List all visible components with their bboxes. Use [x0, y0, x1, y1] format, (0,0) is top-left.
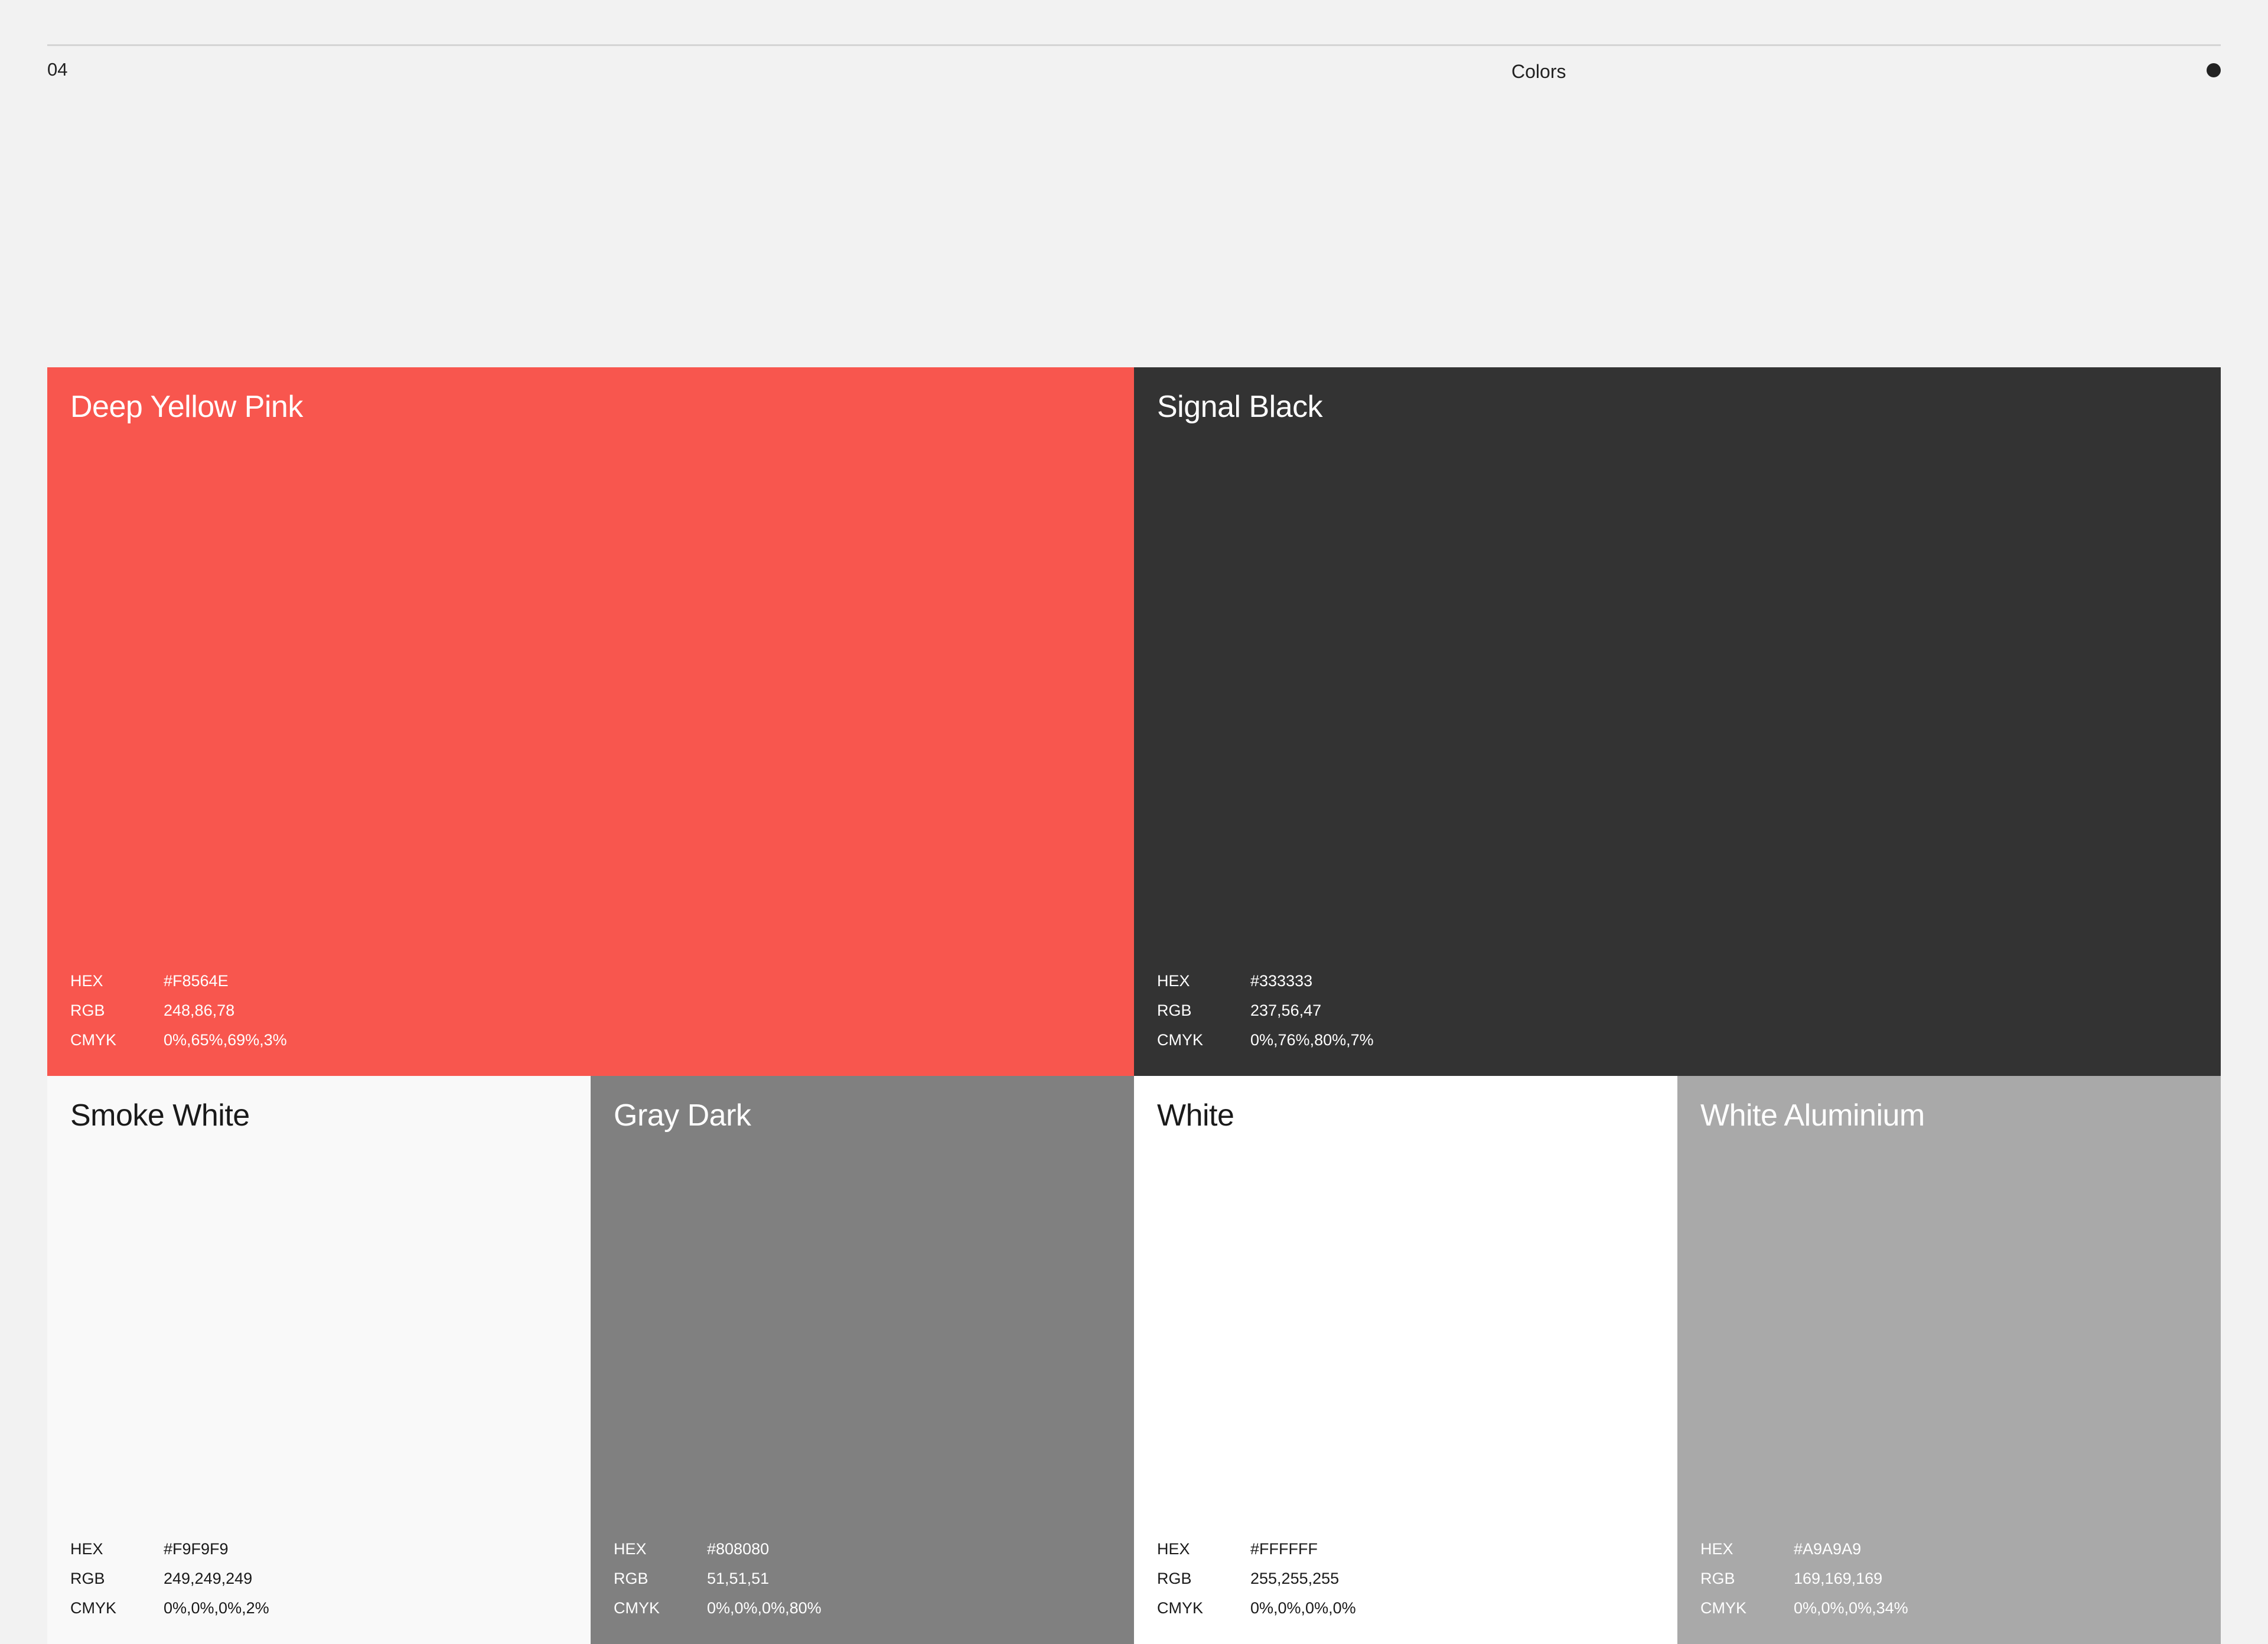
swatch-specs: HEX #FFFFFF RGB 255,255,255 CMYK 0%,0%,0…: [1157, 1534, 1356, 1623]
swatch-specs: HEX #F9F9F9 RGB 249,249,249 CMYK 0%,0%,0…: [70, 1534, 269, 1623]
swatch-name: Deep Yellow Pink: [70, 390, 303, 424]
spec-row-hex: HEX #F9F9F9: [70, 1534, 269, 1564]
spec-row-rgb: RGB 237,56,47: [1157, 996, 1374, 1025]
hex-value: #808080: [707, 1540, 770, 1558]
spec-label: CMYK: [614, 1599, 660, 1617]
spec-label: RGB: [614, 1570, 649, 1587]
spec-label: RGB: [70, 1002, 105, 1019]
spec-row-rgb: RGB 249,249,249: [70, 1564, 269, 1593]
rgb-value: 51,51,51: [707, 1570, 770, 1587]
cmyk-value: 0%,0%,0%,34%: [1794, 1599, 1908, 1617]
swatch-deep-yellow-pink: Deep Yellow Pink HEX #F8564E RGB 248,86,…: [47, 367, 1134, 1076]
spec-label: HEX: [1157, 972, 1190, 990]
cmyk-value: 0%,65%,69%,3%: [164, 1031, 287, 1049]
spec-row-cmyk: CMYK 0%,0%,0%,0%: [1157, 1593, 1356, 1623]
spec-label: RGB: [1157, 1002, 1192, 1019]
swatch-specs: HEX #F8564E RGB 248,86,78 CMYK 0%,65%,69…: [70, 966, 287, 1055]
spec-row-hex: HEX #333333: [1157, 966, 1374, 996]
page-header: 04 Colors: [47, 44, 2221, 87]
swatch-signal-black: Signal Black HEX #333333 RGB 237,56,47 C…: [1134, 367, 2221, 1076]
spec-row-cmyk: CMYK 0%,0%,0%,34%: [1700, 1593, 1908, 1623]
spec-label: CMYK: [1157, 1599, 1204, 1617]
hex-value: #333333: [1250, 972, 1313, 990]
spec-label: HEX: [1157, 1540, 1190, 1558]
spec-row-cmyk: CMYK 0%,0%,0%,80%: [614, 1593, 822, 1623]
rgb-value: 237,56,47: [1250, 1002, 1322, 1019]
cmyk-value: 0%,0%,0%,80%: [707, 1599, 822, 1617]
spec-row-rgb: RGB 169,169,169: [1700, 1564, 1908, 1593]
swatch-specs: HEX #808080 RGB 51,51,51 CMYK 0%,0%,0%,8…: [614, 1534, 822, 1623]
swatch-white: White HEX #FFFFFF RGB 255,255,255 CMYK 0…: [1134, 1076, 1677, 1644]
swatch-name: Gray Dark: [614, 1098, 751, 1133]
spec-row-hex: HEX #F8564E: [70, 966, 287, 996]
swatch-specs: HEX #333333 RGB 237,56,47 CMYK 0%,76%,80…: [1157, 966, 1374, 1055]
rgb-value: 249,249,249: [164, 1570, 253, 1587]
spec-label: RGB: [1157, 1570, 1192, 1587]
swatch-smoke-white: Smoke White HEX #F9F9F9 RGB 249,249,249 …: [47, 1076, 591, 1644]
cmyk-value: 0%,76%,80%,7%: [1250, 1031, 1374, 1049]
rgb-value: 255,255,255: [1250, 1570, 1340, 1587]
spec-row-hex: HEX #FFFFFF: [1157, 1534, 1356, 1564]
cmyk-value: 0%,0%,0%,2%: [164, 1599, 269, 1617]
hex-value: #F8564E: [164, 972, 229, 990]
spec-label: HEX: [1700, 1540, 1733, 1558]
cmyk-value: 0%,0%,0%,0%: [1250, 1599, 1356, 1617]
swatch-name: White: [1157, 1098, 1234, 1133]
spec-row-cmyk: CMYK 0%,65%,69%,3%: [70, 1025, 287, 1055]
spec-row-rgb: RGB 248,86,78: [70, 996, 287, 1025]
spec-label: HEX: [70, 1540, 103, 1558]
swatch-name: White Aluminium: [1700, 1098, 1925, 1133]
hex-value: #FFFFFF: [1250, 1540, 1318, 1558]
swatch-gray-dark: Gray Dark HEX #808080 RGB 51,51,51 CMYK …: [591, 1076, 1134, 1644]
spec-row-rgb: RGB 255,255,255: [1157, 1564, 1356, 1593]
spec-label: CMYK: [1157, 1031, 1204, 1049]
page-number: 04: [47, 59, 68, 80]
spec-row-hex: HEX #808080: [614, 1534, 822, 1564]
swatch-specs: HEX #A9A9A9 RGB 169,169,169 CMYK 0%,0%,0…: [1700, 1534, 1908, 1623]
spec-row-rgb: RGB 51,51,51: [614, 1564, 822, 1593]
spec-label: CMYK: [70, 1031, 117, 1049]
spec-label: CMYK: [1700, 1599, 1747, 1617]
spec-row-cmyk: CMYK 0%,0%,0%,2%: [70, 1593, 269, 1623]
section-title: Colors: [1511, 61, 1566, 82]
rgb-value: 248,86,78: [164, 1002, 235, 1019]
spec-label: CMYK: [70, 1599, 117, 1617]
dot-icon: [2207, 63, 2221, 77]
rgb-value: 169,169,169: [1794, 1570, 1883, 1587]
spec-label: HEX: [70, 972, 103, 990]
swatch-name: Signal Black: [1157, 390, 1323, 424]
spec-label: RGB: [70, 1570, 105, 1587]
spec-label: RGB: [1700, 1570, 1735, 1587]
spec-row-hex: HEX #A9A9A9: [1700, 1534, 1908, 1564]
spec-row-cmyk: CMYK 0%,76%,80%,7%: [1157, 1025, 1374, 1055]
swatch-name: Smoke White: [70, 1098, 250, 1133]
color-swatch-grid: Deep Yellow Pink HEX #F8564E RGB 248,86,…: [47, 367, 2221, 1644]
spec-label: HEX: [614, 1540, 647, 1558]
hex-value: #A9A9A9: [1794, 1540, 1862, 1558]
hex-value: #F9F9F9: [164, 1540, 229, 1558]
swatch-white-aluminium: White Aluminium HEX #A9A9A9 RGB 169,169,…: [1677, 1076, 2221, 1644]
